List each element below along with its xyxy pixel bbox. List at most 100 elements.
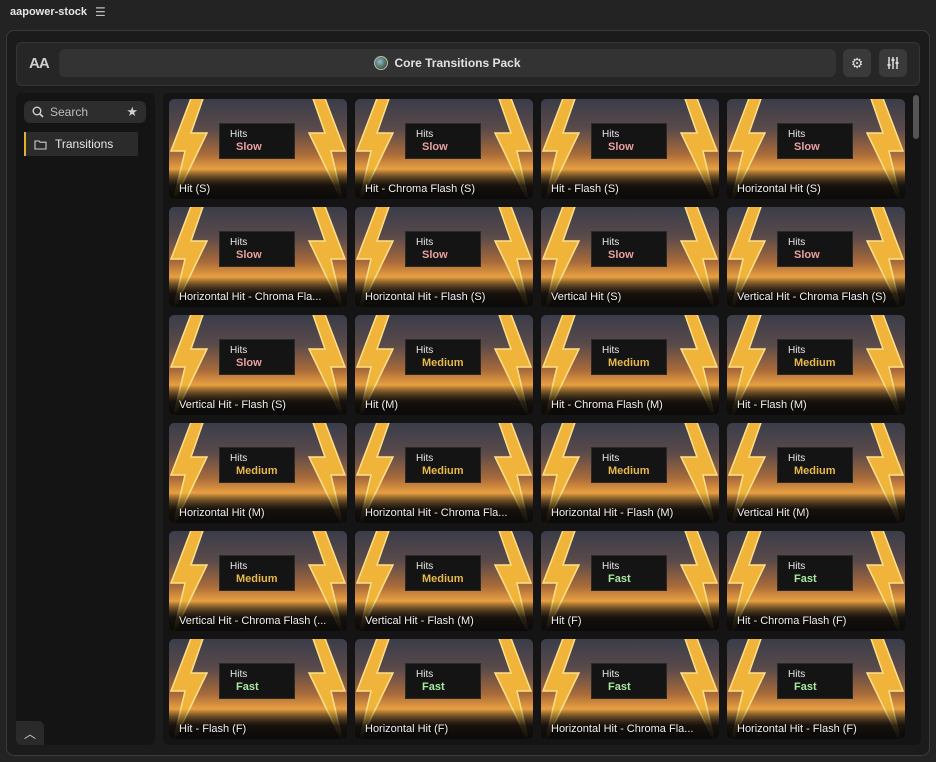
thumbnail-title: Hits (602, 561, 620, 572)
preset-thumbnail[interactable]: Hits Slow Hit (S) (169, 99, 347, 199)
thumbnail-screen: Hits Slow (405, 123, 481, 159)
thumbnail-title: Hits (788, 345, 806, 356)
thumbnail-title: Hits (602, 129, 620, 140)
thumbnail-speed: Slow (422, 141, 448, 153)
thumbnail-speed: Fast (422, 681, 445, 693)
thumbnail-screen: Hits Slow (777, 123, 853, 159)
thumbnail-screen: Hits Medium (591, 339, 667, 375)
thumbnail-speed: Medium (608, 357, 650, 369)
preset-thumbnail[interactable]: Hits Slow Horizontal Hit - Flash (S) (355, 207, 533, 307)
settings-button[interactable]: ⚙ (843, 49, 871, 77)
preset-name: Hit (M) (365, 399, 398, 411)
globe-icon (374, 56, 389, 70)
thumbnail-screen: Hits Slow (219, 123, 295, 159)
thumbnail-screen: Hits Medium (777, 447, 853, 483)
thumbnail-screen: Hits Fast (219, 663, 295, 699)
thumbnail-title: Hits (230, 345, 248, 356)
thumbnail-speed: Medium (236, 573, 278, 585)
thumbnail-title: Hits (602, 345, 620, 356)
thumbnail-title: Hits (788, 129, 806, 140)
app-title: aapower-stock (10, 6, 88, 18)
preset-thumbnail[interactable]: Hits Medium Hit (M) (355, 315, 533, 415)
folder-icon (34, 139, 47, 150)
search-input[interactable]: Search ★ (24, 101, 146, 123)
preset-thumbnail[interactable]: Hits Medium Horizontal Hit - Flash (M) (541, 423, 719, 523)
hamburger-menu-icon[interactable]: ☰ (95, 5, 106, 19)
sidebar-item-transitions[interactable]: Transitions (24, 132, 138, 156)
thumbnail-speed: Medium (422, 357, 464, 369)
preset-name: Vertical Hit - Flash (S) (179, 399, 286, 411)
title-bar: aapower-stock ☰ (0, 0, 936, 24)
thumbnail-speed: Medium (794, 357, 836, 369)
thumbnail-speed: Medium (422, 465, 464, 477)
thumbnail-title: Hits (416, 669, 434, 680)
thumbnail-screen: Hits Medium (591, 447, 667, 483)
scrollbar[interactable] (913, 95, 919, 741)
preset-thumbnail[interactable]: Hits Slow Vertical Hit (S) (541, 207, 719, 307)
collapse-button[interactable]: ︿ (16, 721, 44, 745)
preset-thumbnail[interactable]: Hits Medium Horizontal Hit (M) (169, 423, 347, 523)
preset-thumbnail[interactable]: Hits Slow Hit - Flash (S) (541, 99, 719, 199)
pack-selector[interactable]: Core Transitions Pack (59, 49, 836, 77)
thumbnail-title: Hits (788, 453, 806, 464)
thumbnail-speed: Slow (608, 249, 634, 261)
thumbnail-title: Hits (416, 345, 434, 356)
preset-thumbnail[interactable]: Hits Medium Horizontal Hit - Chroma Fla... (355, 423, 533, 523)
preset-thumbnail[interactable]: Hits Medium Hit - Flash (M) (727, 315, 905, 415)
thumbnail-screen: Hits Medium (219, 555, 295, 591)
preset-name: Hit - Chroma Flash (S) (365, 183, 476, 195)
font-size-icon[interactable]: AA (29, 55, 50, 72)
preset-thumbnail[interactable]: Hits Slow Vertical Hit - Chroma Flash (S) (727, 207, 905, 307)
thumbnail-speed: Slow (236, 249, 262, 261)
preset-name: Horizontal Hit (M) (179, 507, 265, 519)
preset-thumbnail[interactable]: Hits Fast Horizontal Hit (F) (355, 639, 533, 739)
scrollbar-thumb[interactable] (913, 95, 919, 139)
preset-thumbnail[interactable]: Hits Medium Vertical Hit - Flash (M) (355, 531, 533, 631)
preset-thumbnail[interactable]: Hits Fast Hit - Flash (F) (169, 639, 347, 739)
preset-thumbnail[interactable]: Hits Medium Vertical Hit (M) (727, 423, 905, 523)
preset-name: Horizontal Hit (S) (737, 183, 821, 195)
thumbnail-title: Hits (788, 669, 806, 680)
thumbnail-speed: Slow (236, 357, 262, 369)
preset-thumbnail[interactable]: Hits Slow Vertical Hit - Flash (S) (169, 315, 347, 415)
thumbnail-title: Hits (230, 129, 248, 140)
preset-thumbnail[interactable]: Hits Fast Horizontal Hit - Flash (F) (727, 639, 905, 739)
thumbnail-speed: Fast (794, 573, 817, 585)
thumbnail-screen: Hits Slow (405, 231, 481, 267)
thumbnail-speed: Medium (236, 465, 278, 477)
preset-thumbnail[interactable]: Hits Medium Vertical Hit - Chroma Flash (.… (169, 531, 347, 631)
thumbnail-title: Hits (788, 561, 806, 572)
preset-thumbnail[interactable]: Hits Fast Hit (F) (541, 531, 719, 631)
preset-thumbnail[interactable]: Hits Slow Horizontal Hit - Chroma Fla... (169, 207, 347, 307)
thumbnail-title: Hits (416, 129, 434, 140)
pack-title: Core Transitions Pack (394, 56, 521, 70)
preset-name: Hit - Flash (S) (551, 183, 619, 195)
thumbnail-screen: Hits Fast (591, 663, 667, 699)
thumbnail-title: Hits (230, 669, 248, 680)
adjustments-button[interactable] (879, 49, 907, 77)
preset-thumbnail[interactable]: Hits Medium Hit - Chroma Flash (M) (541, 315, 719, 415)
preset-thumbnail[interactable]: Hits Fast Horizontal Hit - Chroma Fla... (541, 639, 719, 739)
preset-name: Hit (F) (551, 615, 582, 627)
thumbnail-speed: Medium (794, 465, 836, 477)
preset-name: Horizontal Hit - Flash (F) (737, 723, 857, 735)
preset-thumbnail[interactable]: Hits Fast Hit - Chroma Flash (F) (727, 531, 905, 631)
favorites-star-icon[interactable]: ★ (126, 104, 138, 120)
preset-name: Vertical Hit - Chroma Flash (... (179, 615, 327, 627)
preset-thumbnail[interactable]: Hits Slow Horizontal Hit (S) (727, 99, 905, 199)
thumbnail-screen: Hits Fast (777, 555, 853, 591)
thumbnail-speed: Slow (422, 249, 448, 261)
thumbnail-screen: Hits Fast (591, 555, 667, 591)
preset-name: Vertical Hit - Chroma Flash (S) (737, 291, 887, 303)
preset-name: Hit - Chroma Flash (F) (737, 615, 847, 627)
thumbnail-title: Hits (602, 453, 620, 464)
preset-thumbnail[interactable]: Hits Slow Hit - Chroma Flash (S) (355, 99, 533, 199)
thumbnail-speed: Medium (608, 465, 650, 477)
thumbnail-title: Hits (230, 561, 248, 572)
thumbnail-speed: Slow (608, 141, 634, 153)
preset-name: Vertical Hit (M) (737, 507, 810, 519)
thumbnail-screen: Hits Medium (405, 447, 481, 483)
thumbnail-screen: Hits Medium (405, 339, 481, 375)
preset-name: Vertical Hit - Flash (M) (365, 615, 474, 627)
thumbnail-speed: Fast (608, 573, 631, 585)
